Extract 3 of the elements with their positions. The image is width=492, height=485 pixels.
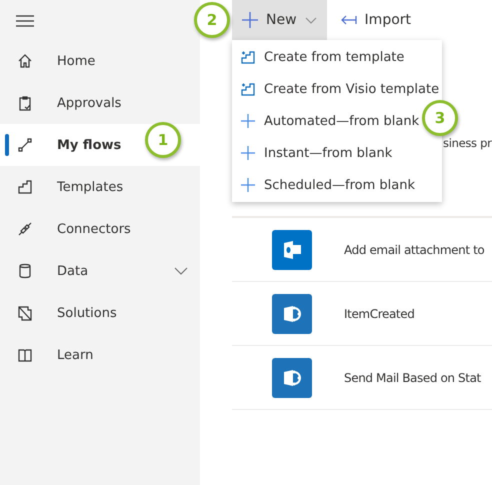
step-number-tooltip: 3 — [422, 100, 458, 136]
step-number-tooltip: 2 — [194, 2, 230, 38]
description-text: siness pr — [443, 136, 492, 150]
